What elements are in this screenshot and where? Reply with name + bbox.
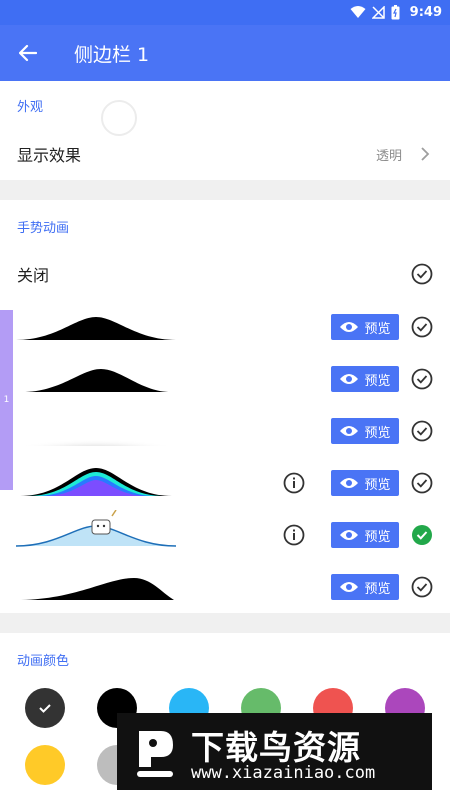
section-separator xyxy=(0,613,450,633)
display-effect-value: 透明 xyxy=(375,148,402,164)
status-time: 9:49 xyxy=(409,5,442,20)
preview-label: 预览 xyxy=(364,425,391,441)
section-separator xyxy=(0,180,450,200)
eye-icon xyxy=(340,530,359,540)
wave-preview-5 xyxy=(16,510,176,547)
preview-button[interactable]: 预览 xyxy=(331,574,399,600)
wave-preview-6 xyxy=(16,578,174,600)
preview-button[interactable]: 预览 xyxy=(331,366,399,392)
color-swatch[interactable] xyxy=(25,688,65,728)
eye-icon xyxy=(340,426,359,436)
eye-icon xyxy=(340,582,359,592)
gesture-off-label: 关闭 xyxy=(17,266,50,285)
check-circle-icon[interactable] xyxy=(411,368,433,390)
display-effect-row[interactable]: 显示效果 透明 xyxy=(0,130,450,178)
watermark-title: 下载鸟资源 xyxy=(191,728,361,767)
back-button[interactable] xyxy=(0,25,56,81)
battery-icon xyxy=(391,5,400,20)
preview-button[interactable]: 预览 xyxy=(331,314,399,340)
check-circle-icon[interactable] xyxy=(411,263,433,285)
gesture-option-row-5[interactable]: 预览 xyxy=(0,508,450,560)
gesture-option-row-6[interactable]: 预览 xyxy=(0,560,450,612)
gesture-option-row-3[interactable]: 预览 xyxy=(0,404,450,456)
check-circle-icon[interactable] xyxy=(411,472,433,494)
check-circle-selected-icon[interactable] xyxy=(411,524,433,546)
no-signal-icon xyxy=(371,6,385,19)
gesture-option-row-4[interactable]: 预览 xyxy=(0,456,450,508)
page-title: 侧边栏 1 xyxy=(74,43,150,66)
check-icon xyxy=(39,704,51,713)
preview-label: 预览 xyxy=(364,581,391,597)
display-effect-label: 显示效果 xyxy=(17,146,82,165)
gesture-section-title: 手势动画 xyxy=(17,221,70,236)
wave-preview-2 xyxy=(22,369,171,392)
gesture-off-row[interactable]: 关闭 xyxy=(0,250,450,298)
gesture-option-row-1[interactable]: 预览 xyxy=(0,300,450,352)
check-circle-icon[interactable] xyxy=(411,420,433,442)
eye-icon xyxy=(340,322,359,332)
animation-color-section-title: 动画颜色 xyxy=(17,654,70,669)
watermark-url: www.xiazainiao.com xyxy=(191,763,376,783)
preview-label: 预览 xyxy=(364,373,391,389)
preview-label: 预览 xyxy=(364,529,391,545)
watermark-banner: 下载鸟资源 www.xiazainiao.com xyxy=(117,713,432,790)
chevron-right-icon xyxy=(421,147,430,161)
arrow-back-icon xyxy=(19,44,37,62)
appearance-section-title: 外观 xyxy=(17,100,44,115)
app-bar: 侧边栏 1 xyxy=(0,25,450,81)
bird-logo-icon xyxy=(137,731,173,777)
info-icon[interactable] xyxy=(283,524,305,546)
eye-icon xyxy=(340,374,359,384)
check-circle-icon[interactable] xyxy=(411,576,433,598)
preview-button[interactable]: 预览 xyxy=(331,418,399,444)
wifi-icon xyxy=(350,6,366,18)
wave-preview-4 xyxy=(20,468,172,496)
preview-button[interactable]: 预览 xyxy=(331,470,399,496)
check-circle-icon[interactable] xyxy=(411,316,433,338)
wave-preview-1 xyxy=(16,317,176,340)
gesture-option-row-2[interactable]: 预览 xyxy=(0,352,450,404)
preview-button[interactable]: 预览 xyxy=(331,522,399,548)
info-icon[interactable] xyxy=(283,472,305,494)
color-swatch[interactable] xyxy=(25,745,65,785)
preview-label: 预览 xyxy=(364,477,391,493)
status-bar: 9:49 xyxy=(0,0,450,25)
wave-preview-3 xyxy=(16,428,176,446)
preview-label: 预览 xyxy=(364,321,391,337)
eye-icon xyxy=(340,478,359,488)
